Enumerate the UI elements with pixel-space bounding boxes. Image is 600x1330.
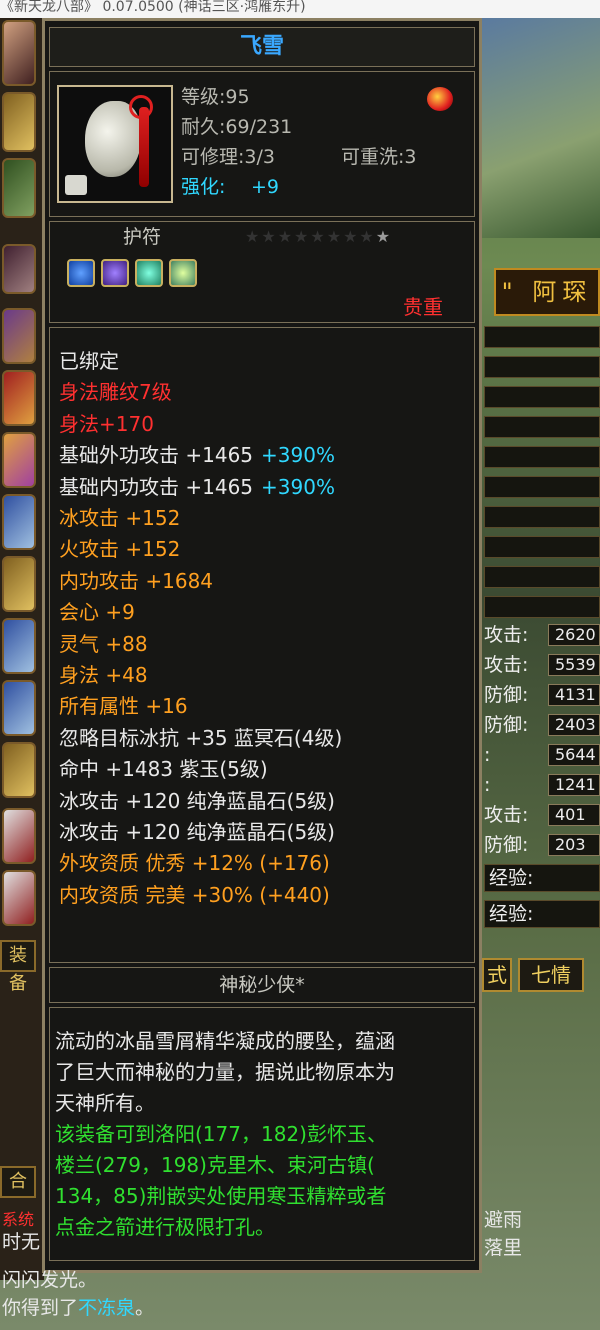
lock-icon: [65, 175, 87, 195]
tab-martial[interactable]: 式: [482, 958, 512, 992]
attribute-line: 基础内功攻击 +1465 +390%: [59, 474, 335, 499]
info-field: [484, 506, 600, 528]
info-field: [484, 596, 600, 618]
info-field: [484, 536, 600, 558]
star-rating: ★★★★★★★★★: [245, 227, 393, 246]
experience-field: 经验:: [484, 900, 600, 928]
item-repairable: 可修理:3/3: [181, 146, 275, 168]
attribute-line: 命中 +1483 紫玉(5级): [59, 757, 268, 782]
tab-seven-emotions[interactable]: 七情: [518, 958, 584, 992]
attribute-line: 忽略目标冰抗 +35 蓝冥石(4级): [59, 725, 343, 750]
info-field: [484, 356, 600, 378]
chat-fragment: 系统: [2, 1210, 35, 1229]
description-line: 该装备可到洛阳(177，182)彭怀玉、: [55, 1122, 387, 1146]
equipment-slot-column: 装备 合 系统 时无: [0, 18, 44, 1280]
attribute-line: 身法+170: [59, 411, 154, 436]
fire-badge-icon: [423, 83, 457, 113]
character-portrait[interactable]: [2, 20, 36, 86]
attribute-line: 火攻击 +152: [59, 537, 181, 562]
chat-fragment: 时无: [2, 1231, 41, 1253]
description-line: 楼兰(279，198)克里木、束河古镇(: [55, 1153, 375, 1177]
description-line: 天神所有。: [55, 1091, 155, 1115]
attribute-line: 基础外功攻击 +1465 +390%: [59, 443, 335, 468]
merge-button[interactable]: 合: [0, 1166, 36, 1198]
info-field: [484, 446, 600, 468]
info-field: [484, 326, 600, 348]
info-field: [484, 386, 600, 408]
description-line: 流动的冰晶雪屑精华凝成的腰坠，蕴涵: [55, 1029, 395, 1053]
description-line: 点金之箭进行极限打孔。: [55, 1215, 275, 1239]
gem-socket-icon: [135, 259, 163, 287]
character-name-banner: " 阿琛: [494, 268, 600, 316]
attribute-line: 冰攻击 +120 纯净蓝晶石(5级): [59, 788, 335, 813]
precious-tag: 贵重: [403, 295, 443, 319]
stat-row: 防御: 4131: [478, 682, 600, 708]
item-name: 飞雪: [49, 27, 475, 67]
attribute-line: 会心 +9: [59, 600, 135, 625]
chat-line: 闪闪发光。: [2, 1269, 98, 1291]
stat-row: 攻击: 2620: [478, 622, 600, 648]
experience-field: 经验:: [484, 864, 600, 892]
chat-fragment: 落里: [484, 1237, 523, 1259]
enhance-label: 强化:: [181, 176, 226, 198]
gem-socket-icon: [169, 259, 197, 287]
chat-fragment: 避雨: [484, 1209, 523, 1231]
attribute-line: 外攻资质 优秀 +12% (+176): [59, 851, 330, 876]
slot-icon[interactable]: [2, 870, 36, 926]
slot-icon[interactable]: [2, 244, 36, 294]
enhance-value: +9: [251, 176, 280, 198]
jade-pendant-icon: [57, 85, 173, 203]
stat-row: :1241: [478, 772, 600, 798]
attribute-line: 灵气 +88: [59, 631, 148, 656]
attribute-line: 冰攻击 +152: [59, 506, 181, 530]
scene-background: [478, 18, 600, 238]
info-field: [484, 476, 600, 498]
gem-socket-icon: [101, 259, 129, 287]
attribute-line: 身法雕纹7级: [59, 380, 172, 405]
attribute-line: 内功攻击 +1684: [59, 568, 214, 593]
equip-tab-button[interactable]: 装备: [0, 940, 36, 994]
attribute-line: 所有属性 +16: [59, 694, 188, 719]
item-tooltip: 飞雪 等级:95 耐久:69/231 可修理:3/3 可重洗:3 强化: +9 …: [42, 18, 482, 1273]
slot-icon[interactable]: [2, 92, 36, 152]
stat-row: 攻击: 5539: [478, 652, 600, 678]
attribute-line: 已绑定: [59, 349, 119, 373]
slot-icon[interactable]: [2, 742, 36, 798]
slot-icon[interactable]: [2, 556, 36, 612]
attribute-line: 身法 +48: [59, 663, 148, 687]
slot-icon[interactable]: [2, 308, 36, 364]
slot-icon[interactable]: [2, 432, 36, 488]
character-panel: " 阿琛 攻击: 2620 攻击: 5539 防御: 4131 防御: 2403 :56…: [478, 18, 600, 1280]
item-durability: 耐久:69/231: [181, 116, 293, 138]
chat-line: 你得到了不冻泉。: [2, 1297, 155, 1319]
slot-icon[interactable]: [2, 494, 36, 550]
stat-row: 防御: 203: [478, 832, 600, 858]
stat-row: :5644: [478, 742, 600, 768]
info-field: [484, 566, 600, 588]
window-title-bar: 《新天龙八部》 0.07.0500 (神话三区·鸿雁东升): [0, 0, 600, 18]
gem-socket-icon: [67, 259, 95, 287]
maker-name: 神秘少侠*: [49, 967, 475, 1003]
stat-row: 攻击: 401: [478, 802, 600, 828]
slot-icon[interactable]: [2, 680, 36, 736]
attribute-line: 冰攻击 +120 纯净蓝晶石(5级): [59, 820, 335, 844]
item-level: 等级:95: [181, 86, 250, 108]
slot-icon[interactable]: [2, 618, 36, 674]
description-line: 了巨大而神秘的力量，据说此物原本为: [55, 1060, 395, 1084]
info-field: [484, 416, 600, 438]
attribute-line: 内攻资质 完美 +30% (+440): [59, 882, 330, 907]
slot-icon[interactable]: [2, 808, 36, 864]
description-line: 134，85)荆嵌实处使用寒玉精粹或者: [55, 1184, 387, 1208]
item-type: 护符: [123, 226, 162, 248]
stat-row: 防御: 2403: [478, 712, 600, 738]
slot-icon[interactable]: [2, 158, 36, 218]
item-rewashable: 可重洗:3: [341, 146, 417, 168]
slot-icon[interactable]: [2, 370, 36, 426]
